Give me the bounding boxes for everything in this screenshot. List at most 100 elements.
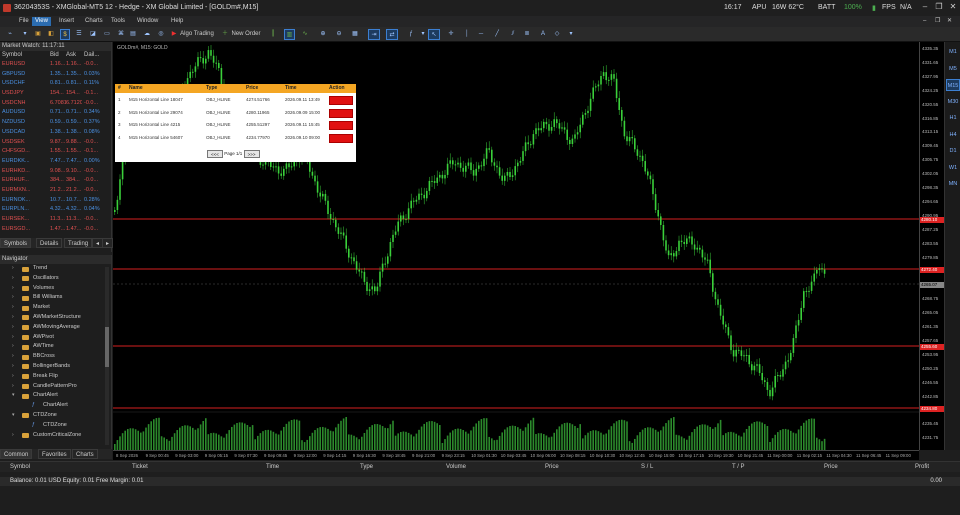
chevron-right-icon[interactable]: ›	[12, 352, 14, 362]
close-icon[interactable]: ✕	[946, 2, 960, 14]
term-col-time[interactable]: Time	[266, 462, 279, 472]
tab-details[interactable]: Details	[36, 238, 63, 248]
menu-help[interactable]: Help	[168, 17, 186, 26]
navigator-item[interactable]: ƒ CTDZone	[0, 421, 111, 431]
vertical-line-icon[interactable]: │	[462, 29, 472, 40]
chevron-right-icon[interactable]: ›	[12, 313, 14, 323]
editor-icon[interactable]: ⌘	[116, 29, 126, 40]
navigator-item[interactable]: › Break Flip	[0, 372, 111, 382]
timeframe-m15[interactable]: M15	[946, 79, 960, 91]
market-watch-row[interactable]: EURNOK... 10.7... 10.7... 0.28%	[0, 196, 111, 206]
menu-insert[interactable]: Insert	[56, 17, 77, 26]
market-watch-row[interactable]: USDSEK 9.87... 9.88... -0.0...	[0, 138, 111, 148]
chevron-right-icon[interactable]: ›	[12, 333, 14, 343]
market-watch-row[interactable]: USDJPY 154... 154... -0.1...	[0, 89, 111, 99]
navigator-item[interactable]: › Trend	[0, 264, 111, 274]
delete-alert-button[interactable]	[329, 108, 353, 118]
maximize-icon[interactable]: ❐	[932, 2, 946, 14]
market-watch-icon[interactable]: $	[60, 29, 70, 40]
navigator-item[interactable]: › Bill Williams	[0, 293, 111, 303]
channel-icon[interactable]: ⫽	[508, 29, 518, 40]
menu-view[interactable]: View	[32, 17, 51, 26]
tab-charts[interactable]: Charts	[72, 449, 98, 459]
col-symbol[interactable]: Symbol	[2, 51, 48, 60]
market-watch-row[interactable]: EURHUF... 384... 384... -0.0...	[0, 176, 111, 186]
market-watch-row[interactable]: EURUSD 1.16... 1.16... -0.0...	[0, 60, 111, 70]
cursor-icon[interactable]: ↖	[428, 29, 440, 40]
navigator-item[interactable]: › AWPivot	[0, 333, 111, 343]
menu-tools[interactable]: Tools	[108, 17, 128, 26]
chevron-right-icon[interactable]: ›	[12, 362, 14, 372]
chevron-right-icon[interactable]: ›	[12, 382, 14, 392]
candle-chart-icon[interactable]: ▥	[284, 29, 295, 40]
signals-icon[interactable]: ◎	[156, 29, 166, 40]
chevron-right-icon[interactable]: ›	[12, 303, 14, 313]
minimize-icon[interactable]: –	[918, 2, 932, 14]
navigator-item[interactable]: › AWMarketStructure	[0, 313, 111, 323]
terminal-icon[interactable]: ▭	[102, 29, 112, 40]
tab-common[interactable]: Common	[0, 449, 33, 459]
time-axis[interactable]: 8 Sep 2026 9 Sep 00:45 9 Sep 03:00 9 Sep 05…	[113, 450, 919, 460]
navigator-item[interactable]: › CustomCriticalZone	[0, 431, 111, 441]
chevron-down-icon[interactable]: ▾	[12, 411, 15, 421]
market-watch-row[interactable]: EURDKK... 7.47... 7.47... 0.00%	[0, 157, 111, 167]
line-chart-icon[interactable]: ∿	[300, 29, 310, 40]
templates-icon[interactable]: ▾	[418, 29, 428, 40]
timeframe-m5[interactable]: M5	[946, 63, 960, 75]
next-page-button[interactable]: >>>	[243, 150, 260, 158]
market-watch-row[interactable]: GBPUSD 1.35... 1.35... 0.03%	[0, 70, 111, 80]
market-watch-row[interactable]: USDCNH 6.7081 6.7120 -0.0...	[0, 99, 111, 109]
delete-alert-button[interactable]	[329, 121, 353, 130]
new-chart-icon[interactable]: ⌁	[4, 29, 16, 40]
chart-dropdown-icon[interactable]: ▾	[20, 29, 30, 40]
term-col-volume[interactable]: Volume	[446, 462, 466, 472]
crosshair-icon[interactable]: ✛	[446, 29, 456, 40]
monitor-icon[interactable]: ▤	[128, 29, 138, 40]
delete-alert-button[interactable]	[329, 96, 353, 105]
term-col-ticket[interactable]: Ticket	[132, 462, 148, 472]
zoom-out-icon[interactable]: ⊖	[334, 29, 344, 40]
navigator-item[interactable]: › BollingerBands	[0, 362, 111, 372]
timeframe-w1[interactable]: W1	[946, 162, 960, 174]
timeframe-m1[interactable]: M1	[946, 46, 960, 58]
navigator-scrollbar[interactable]	[105, 267, 109, 445]
navigator-item[interactable]: › AWTime	[0, 342, 111, 352]
delete-alert-button[interactable]	[329, 133, 353, 143]
term-col-tp[interactable]: T / P	[732, 462, 745, 472]
navigator-item[interactable]: ƒ ChartAlert	[0, 401, 111, 411]
navigator-item[interactable]: › BBCross	[0, 352, 111, 362]
chart-shift-icon[interactable]: ⇥	[368, 29, 380, 40]
term-col-sl[interactable]: S / L	[641, 462, 653, 472]
market-watch-row[interactable]: USDCAD 1.38... 1.38... 0.08%	[0, 128, 111, 138]
menu-window[interactable]: Window	[134, 17, 161, 26]
timeframe-h1[interactable]: H1	[946, 112, 960, 124]
more-tools-icon[interactable]: ▾	[566, 29, 576, 40]
timeframe-m30[interactable]: M30	[946, 96, 960, 108]
prev-page-button[interactable]: <<<	[207, 150, 223, 158]
navigator-item[interactable]: › AWMovingAverage	[0, 323, 111, 333]
navigator-item[interactable]: › Volumes	[0, 284, 111, 294]
autoscroll-icon[interactable]: ⇄	[386, 29, 398, 40]
term-col-symbol[interactable]: Symbol	[10, 462, 30, 472]
tab-trading[interactable]: Trading	[64, 238, 93, 248]
col-ask[interactable]: Ask	[66, 51, 82, 60]
market-watch-row[interactable]: EURHKD... 9.08... 9.10... -0.0...	[0, 167, 111, 177]
chevron-right-icon[interactable]: ›	[12, 342, 14, 352]
navigator-item[interactable]: › CandlePatternPro	[0, 382, 111, 392]
market-watch-row[interactable]: EURSGD... 1.47... 1.47... -0.0...	[0, 225, 111, 235]
data-window-icon[interactable]: ☰	[74, 29, 84, 40]
chevron-right-icon[interactable]: ›	[12, 293, 14, 303]
chevron-down-icon[interactable]: ▾	[12, 391, 15, 401]
menu-file[interactable]: File	[16, 17, 32, 26]
tab-scroll-right-icon[interactable]: ▸	[102, 238, 114, 248]
navigator-scrollbar-thumb[interactable]	[105, 327, 109, 367]
menu-close-icon[interactable]: ✕	[944, 17, 955, 26]
market-watch-row[interactable]: EURSEK... 11.3... 11.3... -0.0...	[0, 215, 111, 225]
zoom-in-icon[interactable]: ⊕	[318, 29, 328, 40]
market-watch-row[interactable]: AUDUSD 0.71... 0.71... 0.34%	[0, 108, 111, 118]
horizontal-line-icon[interactable]: ─	[476, 29, 486, 40]
price-chart[interactable]: GOLDm#, M15: GOLD # Name Type Price Time…	[113, 42, 919, 450]
term-col-price-current[interactable]: Price	[824, 462, 838, 472]
navigator-item[interactable]: ▾ CTDZone	[0, 411, 111, 421]
tab-symbols[interactable]: Symbols	[0, 238, 32, 248]
